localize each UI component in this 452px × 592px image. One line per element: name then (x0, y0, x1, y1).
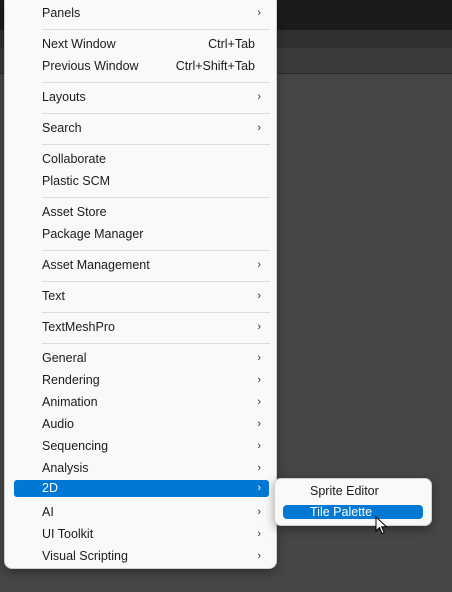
submenu-item-tile-palette[interactable]: Tile Palette (283, 505, 423, 519)
submenu-item-label: Sprite Editor (310, 484, 379, 498)
chevron-right-icon: › (257, 259, 261, 271)
chevron-right-icon: › (257, 440, 261, 452)
chevron-right-icon: › (257, 482, 261, 494)
menu-item-label: Panels (42, 6, 81, 20)
menu-item-search[interactable]: Search › (14, 118, 269, 139)
menu-item-package-manager[interactable]: Package Manager (14, 224, 269, 245)
menu-item-label: Animation (42, 395, 98, 409)
menu-item-label: Asset Store (42, 205, 107, 219)
chevron-right-icon: › (257, 396, 261, 408)
menu-item-ui-toolkit[interactable]: UI Toolkit › (14, 524, 269, 545)
menu-item-label: Collaborate (42, 152, 106, 166)
chevron-right-icon: › (257, 550, 261, 562)
menu-item-sequencing[interactable]: Sequencing › (14, 436, 269, 457)
menu-separator (42, 312, 270, 313)
menu-item-label: Analysis (42, 461, 89, 475)
chevron-right-icon: › (257, 122, 261, 134)
submenu-item-label: Tile Palette (310, 505, 373, 519)
menu-item-label: Plastic SCM (42, 174, 111, 188)
menu-separator (42, 281, 270, 282)
menu-item-label: 2D (42, 481, 58, 495)
menu-separator (42, 144, 270, 145)
menu-item-visual-scripting[interactable]: Visual Scripting › (14, 546, 269, 567)
menu-item-label: Audio (42, 417, 74, 431)
menu-item-next-window[interactable]: Next Window Ctrl+Tab (14, 34, 269, 55)
menu-item-ai[interactable]: AI › (14, 502, 269, 523)
menu-item-animation[interactable]: Animation › (14, 392, 269, 413)
menu-item-analysis[interactable]: Analysis › (14, 458, 269, 479)
menu-item-label: UI Toolkit (42, 527, 94, 541)
menu-separator (42, 113, 270, 114)
chevron-right-icon: › (257, 462, 261, 474)
menu-item-collaborate[interactable]: Collaborate (14, 149, 269, 170)
menu-item-panels[interactable]: Panels › (14, 3, 269, 24)
chevron-right-icon: › (257, 374, 261, 386)
menu-item-label: AI (42, 505, 54, 519)
chevron-right-icon: › (257, 528, 261, 540)
menu-item-shortcut: Ctrl+Shift+Tab (175, 59, 255, 73)
window-menu: Panels › Next Window Ctrl+Tab Previous W… (4, 0, 277, 569)
menu-item-label: Package Manager (42, 227, 144, 241)
menu-separator (42, 250, 270, 251)
chevron-right-icon: › (257, 290, 261, 302)
chevron-right-icon: › (257, 91, 261, 103)
chevron-right-icon: › (257, 7, 261, 19)
chevron-right-icon: › (257, 321, 261, 333)
menu-item-previous-window[interactable]: Previous Window Ctrl+Shift+Tab (14, 56, 269, 77)
menu-item-label: Asset Management (42, 258, 150, 272)
menu-item-asset-store[interactable]: Asset Store (14, 202, 269, 223)
menu-item-label: Text (42, 289, 65, 303)
menu-item-shortcut: Ctrl+Tab (208, 37, 255, 51)
menu-separator (42, 29, 270, 30)
menu-separator (42, 343, 270, 344)
menu-item-rendering[interactable]: Rendering › (14, 370, 269, 391)
menu-item-label: TextMeshPro (42, 320, 115, 334)
submenu-2d: Sprite Editor Tile Palette (274, 478, 432, 526)
submenu-item-sprite-editor[interactable]: Sprite Editor (283, 483, 423, 499)
menu-item-text[interactable]: Text › (14, 286, 269, 307)
menu-item-label: General (42, 351, 87, 365)
menu-item-2d[interactable]: 2D › (14, 480, 269, 497)
menu-item-general[interactable]: General › (14, 348, 269, 369)
menu-item-audio[interactable]: Audio › (14, 414, 269, 435)
menu-item-label: Previous Window (42, 59, 139, 73)
menu-separator (42, 197, 270, 198)
menu-item-label: Next Window (42, 37, 116, 51)
menu-item-label: Search (42, 121, 82, 135)
menu-item-textmeshpro[interactable]: TextMeshPro › (14, 317, 269, 338)
menu-item-label: Sequencing (42, 439, 109, 453)
mouse-pointer-icon (375, 516, 388, 535)
chevron-right-icon: › (257, 352, 261, 364)
menu-item-layouts[interactable]: Layouts › (14, 87, 269, 108)
menu-item-label: Visual Scripting (42, 549, 128, 563)
menu-item-plastic-scm[interactable]: Plastic SCM (14, 171, 269, 192)
menu-separator (42, 82, 270, 83)
menu-item-label: Rendering (42, 373, 100, 387)
menu-item-label: Layouts (42, 90, 86, 104)
chevron-right-icon: › (257, 506, 261, 518)
chevron-right-icon: › (257, 418, 261, 430)
menu-item-asset-management[interactable]: Asset Management › (14, 255, 269, 276)
